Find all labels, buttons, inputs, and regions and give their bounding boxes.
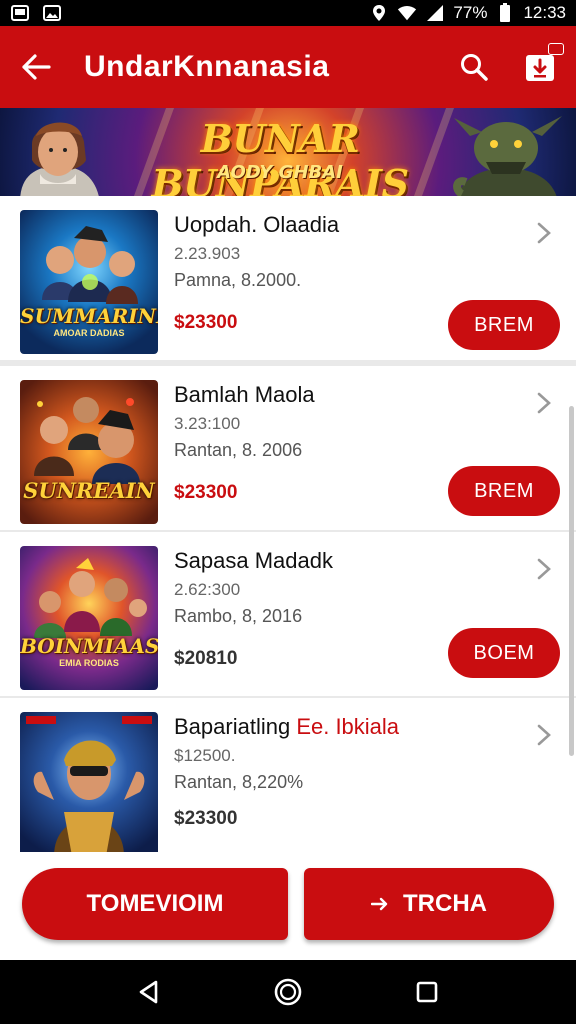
- item-meta-secondary: Rantan, 8,220%: [174, 772, 304, 792]
- item-thumbnail: [20, 712, 158, 852]
- system-nav-bar: [0, 960, 576, 1024]
- item-name: Uopdah. Olaadia: [174, 212, 340, 237]
- status-bar: 77% 12:33: [0, 0, 576, 26]
- item-action-button[interactable]: BREM: [448, 300, 560, 350]
- banner-subtitle: AODY GHBAI: [217, 162, 343, 183]
- download-icon[interactable]: [522, 43, 564, 85]
- item-thumbnail: SUNREAIN: [20, 380, 158, 524]
- primary-action-button[interactable]: TOMEVIOIM: [22, 868, 288, 940]
- wifi-icon: [397, 4, 417, 22]
- hero-character-left-image: [20, 122, 99, 196]
- recents-square-icon[interactable]: [407, 972, 447, 1012]
- banner-title: BUNAR BUNPARAIS: [151, 116, 409, 196]
- secondary-action-label: TRCHA: [403, 890, 487, 917]
- item-name: Bapariatling Ee. Ibkiala: [174, 714, 400, 739]
- signal-icon: [425, 4, 445, 22]
- thumbnail-subtitle: EMIA RODIAS: [59, 658, 119, 668]
- clock: 12:33: [523, 3, 566, 22]
- item-thumbnail: SUMMARINI AMOAR DADIAS: [20, 210, 158, 354]
- item-meta-primary: 2.23.903: [174, 244, 241, 263]
- item-price: $23300: [174, 808, 238, 829]
- item-thumbnail: BOINMIAAS EMIA RODIAS: [20, 546, 158, 690]
- notification-badge-icon: [548, 43, 564, 55]
- chevron-right-icon[interactable]: [536, 222, 552, 244]
- item-meta-secondary: Rantan, 8. 2006: [174, 440, 303, 460]
- screen: 77% 12:33 UndarKnnanasia BUNAR BUNPARAIS…: [0, 0, 576, 1024]
- promo-banner[interactable]: BUNAR BUNPARAIS AODY GHBAI: [0, 108, 576, 196]
- item-meta-primary: 3.23:100: [174, 414, 241, 433]
- item-action-button[interactable]: BOEM: [448, 628, 560, 678]
- home-circle-icon[interactable]: [268, 972, 308, 1012]
- arrow-right-icon: [371, 897, 388, 911]
- thumbnail-title: SUMMARINI: [20, 304, 158, 328]
- back-arrow-icon[interactable]: [18, 49, 54, 85]
- bottom-action-bar: TOMEVIOIM TRCHA: [0, 852, 576, 960]
- list-item[interactable]: SUNREAIN Bamlah Maola 3.23:100 Rantan, 8…: [0, 366, 576, 530]
- item-list[interactable]: SUMMARINI AMOAR DADIAS Uopdah. Olaadia 2…: [0, 196, 576, 852]
- battery-icon: [495, 3, 515, 22]
- primary-action-label: TOMEVIOIM: [86, 890, 224, 917]
- battery-percent: 77%: [453, 3, 488, 22]
- item-price: $20810: [174, 648, 238, 669]
- item-name-highlight: Ee. Ibkiala: [296, 714, 400, 739]
- item-name: Sapasa Madadk: [174, 548, 333, 573]
- item-action-button[interactable]: BREM: [448, 466, 560, 516]
- search-icon[interactable]: [456, 49, 492, 85]
- item-name: Bamlah Maola: [174, 382, 315, 407]
- image-icon: [42, 4, 62, 22]
- app-bar: UndarKnnanasia: [0, 26, 576, 108]
- item-meta-secondary: Pamna, 8.2000.: [174, 270, 302, 290]
- item-price: $23300: [174, 312, 238, 333]
- thumbnail-title: BOINMIAAS: [20, 634, 158, 658]
- thumbnail-subtitle: AMOAR DADIAS: [53, 328, 125, 338]
- item-meta-primary: 2.62:300: [174, 580, 241, 599]
- list-item[interactable]: Bapariatling Ee. Ibkiala $12500. Rantan,…: [0, 698, 576, 852]
- back-triangle-icon[interactable]: [129, 972, 169, 1012]
- secondary-action-button[interactable]: TRCHA: [304, 868, 554, 940]
- chevron-right-icon[interactable]: [536, 724, 552, 746]
- creature-character-right-image: [453, 116, 562, 196]
- page-title: UndarKnnanasia: [84, 50, 330, 83]
- item-price: $23300: [174, 482, 238, 503]
- location-icon: [369, 4, 389, 22]
- chevron-right-icon[interactable]: [536, 392, 552, 414]
- scrollbar[interactable]: [569, 406, 574, 756]
- item-meta-secondary: Rambo, 8, 2016: [174, 606, 303, 626]
- list-item[interactable]: SUMMARINI AMOAR DADIAS Uopdah. Olaadia 2…: [0, 196, 576, 360]
- thumbnail-title: SUNREAIN: [23, 478, 155, 503]
- item-meta-primary: $12500.: [174, 746, 236, 765]
- chevron-right-icon[interactable]: [536, 558, 552, 580]
- gallery-icon: [10, 4, 30, 22]
- list-item[interactable]: BOINMIAAS EMIA RODIAS Sapasa Madadk 2.62…: [0, 532, 576, 696]
